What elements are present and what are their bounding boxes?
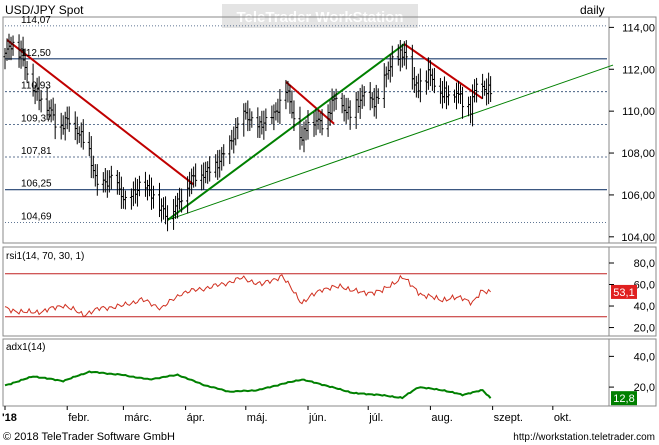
fib-level-label: 104,69 xyxy=(21,211,52,222)
indicator-tick-label: 40,0 xyxy=(634,301,655,313)
fib-level-label: 114,07 xyxy=(21,15,51,26)
x-tick-label: szept. xyxy=(494,412,523,424)
fib-level-label: 106,25 xyxy=(21,179,52,190)
x-tick-label: okt. xyxy=(554,412,572,424)
x-tick-label: febr. xyxy=(68,412,89,424)
price-tick-label: 108,00 xyxy=(621,148,655,160)
x-tick-label: ápr. xyxy=(187,412,205,424)
last-value-text: 53,1 xyxy=(613,287,634,299)
last-value-text: 12,8 xyxy=(613,393,634,405)
x-tick-label: máj. xyxy=(247,412,268,424)
chart-canvas: USD/JPY Spot TeleTrader WorkStation dail… xyxy=(0,0,659,445)
price-tick-label: 110,00 xyxy=(622,106,655,118)
indicator-tick-label: 20,0 xyxy=(634,323,655,335)
rsi-label: rsi1(14, 70, 30, 1) xyxy=(6,251,84,262)
x-tick-label: aug. xyxy=(431,412,452,424)
copyright-text: © 2018 TeleTrader Software GmbH xyxy=(3,431,175,443)
interval-label[interactable]: daily xyxy=(580,3,605,17)
adx-label: adx1(14) xyxy=(6,342,45,353)
fib-level-label: 112,50 xyxy=(21,48,51,59)
x-tick-label: jún. xyxy=(308,412,327,424)
price-tick-label: 112,00 xyxy=(622,64,655,76)
x-tick-label: júl. xyxy=(368,412,383,424)
x-tick-label: márc. xyxy=(124,412,152,424)
x-tick-label: '18 xyxy=(2,412,17,424)
footer-url[interactable]: http://workstation.teletrader.com xyxy=(513,432,655,443)
fib-level-label: 107,81 xyxy=(21,146,52,157)
price-tick-label: 106,00 xyxy=(621,190,655,202)
fib-level-label: 110,93 xyxy=(21,81,51,92)
price-tick-label: 114,00 xyxy=(622,22,655,34)
indicator-tick-label: 80,0 xyxy=(634,258,655,270)
price-tick-label: 104,00 xyxy=(621,232,655,244)
fib-level-label: 109,37 xyxy=(21,113,52,124)
indicator-tick-label: 40,0 xyxy=(634,351,655,363)
